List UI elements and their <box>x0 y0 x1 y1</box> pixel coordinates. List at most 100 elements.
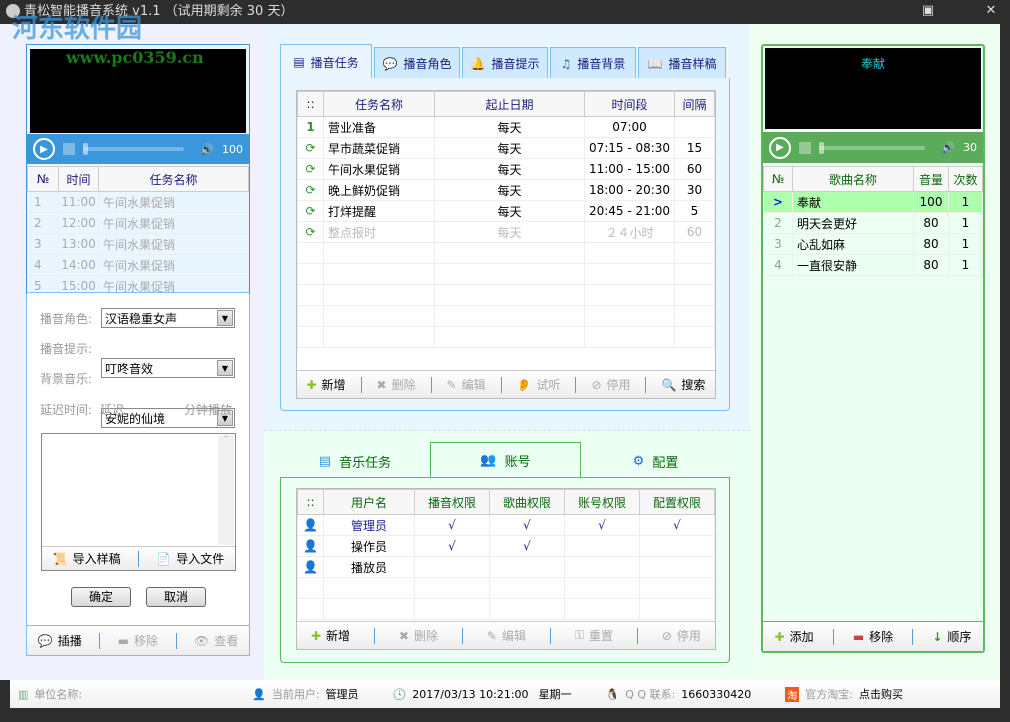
progress-slider[interactable] <box>83 147 184 151</box>
row-task: 午间水果促销 <box>99 255 249 276</box>
close-button[interactable]: ✕ <box>983 4 999 18</box>
task-row[interactable]: ⟳晚上鲜奶促销每天18:00 - 20:3030 <box>298 180 715 201</box>
search-button[interactable]: 🔍搜索 <box>657 376 709 393</box>
view-button[interactable]: 👁查看 <box>190 632 242 649</box>
repeat-icon: ⟳ <box>305 204 315 218</box>
title-bar: 青松智能播音系统 v1.1 （试用期剩余 30 天） <box>0 0 1010 24</box>
task-row[interactable]: ⟳早市蔬菜促销每天07:15 - 08:3015 <box>298 138 715 159</box>
permission-check: √ <box>565 515 640 536</box>
listen-button[interactable]: 👂试听 <box>513 376 565 393</box>
permission-check: √ <box>415 515 490 536</box>
volume-icon[interactable]: 🔊 <box>941 141 955 154</box>
schedule-row[interactable]: 313:00午间水果促销 <box>28 234 249 255</box>
schedule-row[interactable]: 212:00午间水果促销 <box>28 213 249 234</box>
tab-account[interactable]: 👥账号 <box>430 442 581 478</box>
task-name: 整点报时 <box>324 222 435 243</box>
account-row[interactable]: 👤播放员 <box>298 557 715 578</box>
row-task: 午间水果促销 <box>99 192 249 213</box>
volume-icon[interactable]: 🔊 <box>200 143 214 156</box>
import-script-button[interactable]: 📜导入样稿 <box>49 550 125 567</box>
song-row[interactable]: 2明天会更好801 <box>764 213 983 234</box>
volume-value: 30 <box>963 141 977 154</box>
tab-broadcast-bg[interactable]: ♫播音背景 <box>550 47 636 79</box>
song-row[interactable]: 3心乱如麻801 <box>764 234 983 255</box>
user-icon: 👤 <box>303 518 318 532</box>
edit-task-button[interactable]: ✎编辑 <box>443 376 490 393</box>
account-row[interactable]: 👤操作员√√ <box>298 536 715 557</box>
song-name: 一直很安静 <box>793 255 914 276</box>
taobao-icon: 淘 <box>785 687 799 702</box>
task-row[interactable]: 1营业准备每天07:00 <box>298 117 715 138</box>
tab-broadcast-task[interactable]: ▤播音任务 <box>280 44 372 79</box>
volume-value: 100 <box>222 143 243 156</box>
restore-button[interactable]: ▣ <box>920 4 936 18</box>
task-row[interactable]: ⟳午间水果促销每天11:00 - 15:0060 <box>298 159 715 180</box>
tab-config[interactable]: ⚙配置 <box>581 444 730 478</box>
col-period: 时间段 <box>585 92 675 117</box>
schedule-row[interactable]: 111:00午间水果促销 <box>28 192 249 213</box>
song-row[interactable]: >奉献1001 <box>764 192 983 213</box>
song-count: 1 <box>949 213 983 234</box>
disable-task-button[interactable]: ⊘停用 <box>587 376 634 393</box>
add-task-button[interactable]: ✚新增 <box>302 376 349 393</box>
ok-button[interactable]: 确定 <box>71 587 131 607</box>
task-name: 营业准备 <box>324 117 435 138</box>
plus-icon: ✚ <box>775 630 785 644</box>
insert-play-button[interactable]: 💬插播 <box>34 632 86 649</box>
song-row[interactable]: 4一直很安静801 <box>764 255 983 276</box>
hint-select[interactable]: 叮咚音效▼ <box>101 358 235 378</box>
empty-row <box>298 599 715 620</box>
repeat-icon: ⟳ <box>305 141 315 155</box>
task-date: 每天 <box>435 159 585 180</box>
reset-password-button[interactable]: ⚿重置 <box>571 627 617 644</box>
col-date: 起止日期 <box>435 92 585 117</box>
delete-account-button[interactable]: ✖删除 <box>395 627 442 644</box>
user-icon: 👤 <box>303 539 318 553</box>
empty-row <box>298 243 715 264</box>
tab-music-task[interactable]: ▤音乐任务 <box>280 444 430 478</box>
script-textarea[interactable]: ⌃ 📜导入样稿 📄导入文件 <box>41 433 236 571</box>
song-count: 1 <box>949 255 983 276</box>
empty-row <box>298 327 715 348</box>
delete-task-button[interactable]: ✖删除 <box>373 376 420 393</box>
disable-account-button[interactable]: ⊘停用 <box>658 627 705 644</box>
now-playing-title: 奉献 <box>861 57 885 71</box>
import-file-button[interactable]: 📄导入文件 <box>152 550 228 567</box>
account-panel: ::用户名播音权限歌曲权限账号权限配置权限 👤管理员√√√√👤操作员√√👤播放员… <box>280 477 730 663</box>
play-button[interactable]: ▶ <box>33 138 55 160</box>
add-account-button[interactable]: ✚新增 <box>307 627 354 644</box>
task-name: 午间水果促销 <box>324 159 435 180</box>
remove-button[interactable]: ▬移除 <box>114 632 162 649</box>
add-song-button[interactable]: ✚添加 <box>771 628 818 645</box>
buy-link[interactable]: 点击购买 <box>859 686 903 702</box>
role-select[interactable]: 汉语稳重女声▼ <box>101 308 235 328</box>
task-period: 11:00 - 15:00 <box>585 159 675 180</box>
song-name: 奉献 <box>793 192 914 213</box>
username: 操作员 <box>324 536 415 557</box>
task-row[interactable]: ⟳整点报时每天２４小时60 <box>298 222 715 243</box>
stop-button[interactable] <box>799 142 811 154</box>
play-button[interactable]: ▶ <box>769 137 791 159</box>
cancel-button[interactable]: 取消 <box>146 587 206 607</box>
order-button[interactable]: ↓顺序 <box>928 628 975 645</box>
progress-slider[interactable] <box>819 146 925 150</box>
tab-broadcast-hint[interactable]: 🔔播音提示 <box>462 47 548 79</box>
user-value: 管理员 <box>326 686 359 702</box>
schedule-row[interactable]: 414:00午间水果促销 <box>28 255 249 276</box>
song-count: 1 <box>949 234 983 255</box>
task-row[interactable]: ⟳打烊提醒每天20:45 - 21:005 <box>298 201 715 222</box>
remove-song-button[interactable]: ▬移除 <box>849 628 897 645</box>
tab-broadcast-script[interactable]: 📖播音样稿 <box>638 47 726 79</box>
username: 管理员 <box>324 515 415 536</box>
song-volume: 100 <box>914 192 949 213</box>
song-table: №歌曲名称音量次数 >奉献10012明天会更好8013心乱如麻8014一直很安静… <box>763 166 983 276</box>
account-row[interactable]: 👤管理员√√√√ <box>298 515 715 536</box>
edit-account-button[interactable]: ✎编辑 <box>483 627 530 644</box>
scrollbar[interactable]: ⌃ <box>218 435 234 545</box>
task-panel: ::任务名称起止日期时间段间隔 1营业准备每天07:00⟳早市蔬菜促销每天07:… <box>280 78 730 411</box>
ear-icon: 👂 <box>517 378 532 392</box>
tab-broadcast-role[interactable]: 💬播音角色 <box>374 47 460 79</box>
repeat-icon: ⟳ <box>305 183 315 197</box>
eye-icon: 👁 <box>194 634 209 648</box>
stop-button[interactable] <box>63 143 75 155</box>
